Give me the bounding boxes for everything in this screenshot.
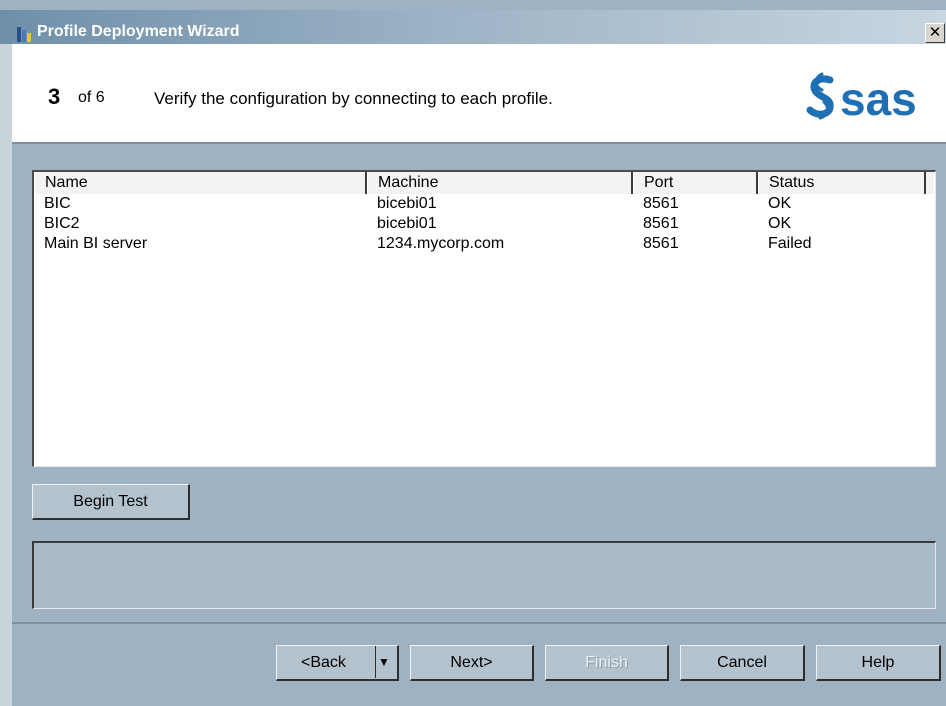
cell-port: 8561: [643, 215, 679, 232]
column-headers: Name Machine Port Status: [34, 172, 934, 194]
table-row[interactable]: BIC2 bicebi01 8561 OK: [34, 214, 924, 234]
begin-test-button[interactable]: Begin Test: [32, 484, 190, 520]
help-button[interactable]: Help: [816, 645, 941, 681]
header-separator: [12, 142, 946, 144]
status-message-box: [32, 541, 936, 609]
cell-name: Main BI server: [44, 235, 148, 252]
chevron-down-icon[interactable]: ▼: [378, 646, 390, 678]
window-left-edge: [0, 44, 12, 706]
close-button[interactable]: ✕: [925, 23, 945, 43]
cell-name: BIC2: [44, 215, 80, 232]
next-button[interactable]: Next>: [410, 645, 534, 681]
column-header-machine[interactable]: Machine: [367, 172, 633, 194]
table-row[interactable]: Main BI server 1234.mycorp.com 8561 Fail…: [34, 234, 924, 254]
step-description: Verify the configuration by connecting t…: [154, 89, 553, 108]
finish-button[interactable]: Finish: [545, 645, 669, 681]
cell-machine: bicebi01: [377, 195, 437, 212]
profiles-list[interactable]: Name Machine Port Status BIC bicebi01 85…: [32, 170, 936, 467]
sas-logo: sas: [800, 68, 940, 128]
step-number: 3: [48, 84, 61, 109]
window-title: Profile Deployment Wizard: [37, 23, 240, 40]
app-icon: [16, 26, 32, 44]
cell-port: 8561: [643, 195, 679, 212]
sas-logo-icon: sas: [806, 72, 917, 125]
cancel-button[interactable]: Cancel: [680, 645, 805, 681]
table-row[interactable]: BIC bicebi01 8561 OK: [34, 194, 924, 214]
column-header-status[interactable]: Status: [758, 172, 926, 194]
title-bar[interactable]: Profile Deployment Wizard ✕: [0, 10, 946, 44]
cell-port: 8561: [643, 235, 679, 252]
cell-machine: 1234.mycorp.com: [377, 235, 505, 252]
cell-status: OK: [768, 215, 792, 232]
back-button[interactable]: <Back ▼: [276, 645, 399, 681]
cell-name: BIC: [44, 195, 71, 212]
cell-status: OK: [768, 195, 792, 212]
cell-status: Failed: [768, 235, 812, 252]
wizard-header: 3 of 6 Verify the configuration by conne…: [12, 44, 946, 142]
step-total: of 6: [78, 89, 105, 106]
column-header-name[interactable]: Name: [34, 172, 367, 194]
close-icon: ✕: [928, 23, 942, 41]
sas-logo-text: sas: [840, 73, 917, 125]
cell-machine: bicebi01: [377, 215, 437, 232]
column-header-port[interactable]: Port: [633, 172, 758, 194]
back-button-label: <Back: [301, 654, 346, 671]
footer-separator: [12, 622, 946, 624]
wizard-window: Profile Deployment Wizard ✕ 3 of 6 Verif…: [0, 0, 946, 706]
back-split-divider: [375, 646, 376, 678]
